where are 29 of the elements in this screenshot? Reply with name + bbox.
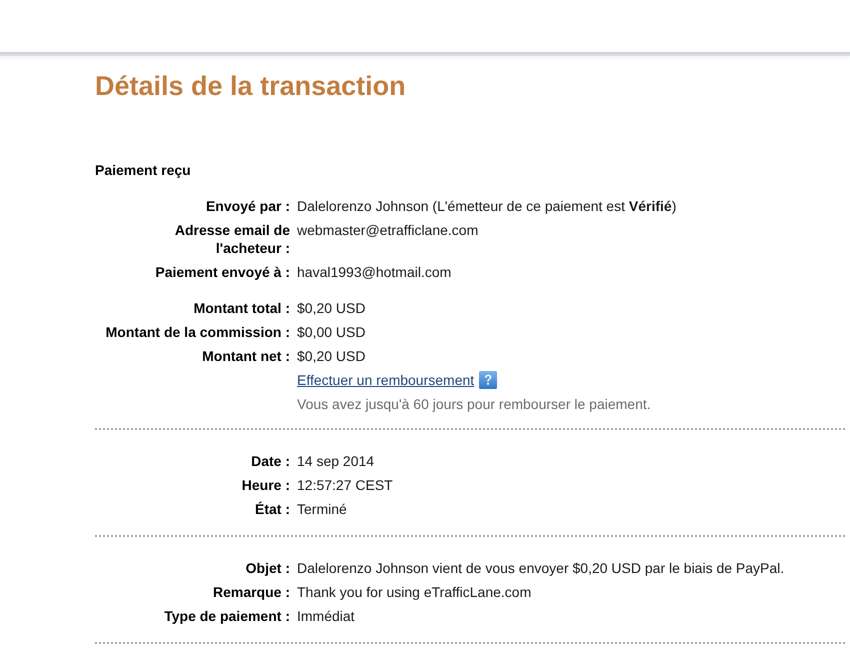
field-value: haval1993@hotmail.com — [297, 263, 452, 281]
note-text: Vous avez jusqu'à 60 jours pour rembourser le paiement. — [297, 395, 651, 413]
field-label: Montant total : — [194, 299, 290, 317]
field-label: Adresse email de l'acheteur : — [174, 221, 290, 257]
field-value: Dalelorenzo Johnson (L'émetteur de ce paiement est Vérifié) — [297, 197, 676, 215]
field-label: Envoyé par : — [206, 197, 290, 215]
field-value: Dalelorenzo Johnson vient de vous envoyer $0,20 USD par le biais de PayPal. — [297, 559, 784, 577]
field-label: Objet : — [246, 559, 290, 577]
field-value: $0,20 USD — [297, 299, 366, 317]
field-label: Date : — [251, 452, 290, 470]
field-value: webmaster@etrafficlane.com — [297, 221, 478, 239]
field-label: Type de paiement : — [164, 607, 290, 625]
field-label: Paiement envoyé à : — [155, 263, 290, 281]
section-heading: Paiement reçu — [95, 161, 192, 179]
field-value: $0,00 USD — [297, 323, 366, 341]
field-value: $0,20 USD — [297, 347, 366, 365]
field-value: 14 sep 2014 — [297, 452, 374, 470]
field-value: Thank you for using eTrafficLane.com — [297, 583, 532, 601]
page-title: Détails de la transaction — [95, 70, 407, 102]
field-label: État : — [255, 500, 290, 518]
field-label: Remarque : — [212, 583, 290, 601]
field-value: Immédiat — [297, 607, 355, 625]
field-value: 12:57:27 CEST — [297, 476, 393, 494]
field-label: Montant de la commission : — [106, 323, 290, 341]
help-icon[interactable] — [479, 371, 498, 389]
refund-link[interactable]: Effectuer un remboursement — [297, 371, 474, 389]
field-label: Heure : — [242, 476, 290, 494]
field-value: Terminé — [297, 500, 347, 518]
field-label: Montant net : — [202, 347, 290, 365]
